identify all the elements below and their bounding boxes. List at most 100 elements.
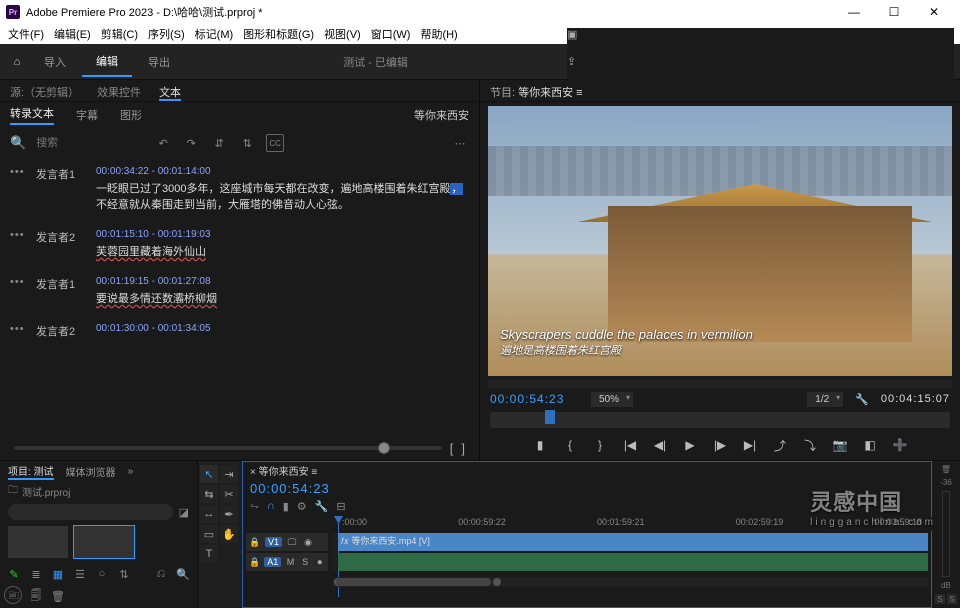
filter-icon[interactable]: ◪ [179,506,189,519]
project-item[interactable] [74,526,134,558]
bracket-out-icon[interactable]: ] [461,441,465,456]
audio-track[interactable] [332,553,928,571]
razor-tool-icon[interactable]: ✂ [220,485,238,503]
button-editor-icon[interactable]: ➕ [890,435,910,455]
auto-match-icon[interactable]: ⎌ [153,566,169,582]
pen-icon[interactable]: ✎ [6,566,22,582]
workspace-tab-export[interactable]: 导出 [134,48,184,76]
extract-icon[interactable]: ⤵ [800,435,820,455]
go-out-icon[interactable]: ▶| [740,435,760,455]
trash-icon[interactable]: 🗑 [50,588,66,604]
type-tool-icon[interactable]: T [200,545,218,563]
track-header-v1[interactable]: 🔒V1🖵◉ [246,533,328,551]
undo-icon[interactable]: ↶ [154,134,172,152]
track-header-a1[interactable]: 🔒A1MS⏺ [246,553,328,571]
transcript-row[interactable]: ••• 发言者1 00:01:19:15 - 00:01:27:08 要说最多情… [10,268,469,315]
sequence-tab[interactable]: × 等你来西安 ≡ [242,461,932,479]
rectangle-tool-icon[interactable]: ▭ [200,525,218,543]
bracket-in-icon[interactable]: [ [450,441,454,456]
resolution-dropdown[interactable]: 1/2 [807,392,843,407]
find-icon[interactable]: 🔍 [175,566,191,582]
mute-icon[interactable]: M [285,557,296,567]
settings-icon[interactable]: 🔧 [855,393,869,406]
program-viewport[interactable]: Skyscrapers cuddle the palaces in vermil… [488,106,952,376]
share-icon[interactable]: ⇪ [567,55,946,68]
minimize-button[interactable]: — [834,0,874,24]
cc-icon[interactable]: CC [266,134,284,152]
creative-cloud-icon[interactable]: ∞ [4,586,22,604]
compare-icon[interactable]: ◧ [860,435,880,455]
mark-out-icon[interactable]: } [590,435,610,455]
menu-view[interactable]: 视图(V) [324,26,361,42]
audio-clip[interactable] [338,553,928,571]
program-playhead[interactable] [545,410,555,424]
link-icon[interactable]: ∩ [267,500,275,513]
program-scrollbar[interactable] [488,380,952,388]
sort-icon[interactable]: ⇅ [116,566,132,582]
workspace-tab-import[interactable]: 导入 [30,48,80,76]
video-track[interactable]: 𝑓𝑥 等你来西安.mp4 [V] [332,533,928,551]
trash-mini-icon[interactable]: 🗑 [941,465,951,474]
panel-tab-source[interactable]: 源:（无剪辑） [10,84,79,101]
redo-icon[interactable]: ↷ [182,134,200,152]
zoom-dropdown[interactable]: 50% [591,392,633,407]
zoom-slider[interactable] [14,446,442,450]
transcript-row[interactable]: ••• 发言者2 00:01:30:00 - 00:01:34:05 [10,315,469,347]
row-menu-icon[interactable]: ••• [10,323,36,339]
zoom-slider-icon[interactable]: ○ [94,566,110,582]
video-clip[interactable]: 𝑓𝑥 等你来西安.mp4 [V] [338,533,928,551]
split-icon[interactable]: ⇵ [210,134,228,152]
mark-in-icon[interactable]: { [560,435,580,455]
icon-view-icon[interactable]: ▦ [50,566,66,582]
maximize-button[interactable]: ☐ [874,0,914,24]
program-tab[interactable]: 节目: 等你来西安 ≡ [480,80,960,102]
zoom-handle-right[interactable] [493,578,501,586]
freeform-view-icon[interactable]: ☰ [72,566,88,582]
wrench-icon[interactable]: 🔧 [315,500,329,513]
marker-icon[interactable]: ▮ [283,500,289,513]
selection-tool-icon[interactable]: ↖ [200,465,218,483]
home-icon[interactable]: ⌂ [6,51,28,73]
scroll-thumb[interactable] [336,578,491,586]
subtab-graphics[interactable]: 图形 [120,107,142,123]
settings-icon[interactable]: ⚙ [297,500,307,513]
row-menu-icon[interactable]: ••• [10,166,36,213]
row-menu-icon[interactable]: ••• [10,229,36,260]
search-icon[interactable]: 🔍 [10,135,26,151]
row-text[interactable]: 一眨眼已过了3000多年，这座城市每天都在改变，遍地高楼围着朱红宫殿，不经意就从… [96,181,469,213]
export-frame-icon[interactable]: 📷 [830,435,850,455]
timeline-ruler[interactable]: :00:00 00:00:59:22 00:01:59:21 00:02:59:… [332,517,932,531]
pen-tool-icon[interactable]: ✒ [220,505,238,523]
project-search[interactable] [8,504,173,520]
toggle-output-icon[interactable]: 🖵 [286,537,298,548]
program-timecode[interactable]: 00:00:54:23 [490,392,585,406]
project-tab[interactable]: 项目: 测试 [8,463,54,480]
lift-icon[interactable]: ⤴ [770,435,790,455]
go-in-icon[interactable]: |◀ [620,435,640,455]
menu-sequence[interactable]: 序列(S) [148,26,185,42]
row-menu-icon[interactable]: ••• [10,276,36,307]
ripple-tool-icon[interactable]: ⇆ [200,485,218,503]
media-browser-tab[interactable]: 媒体浏览器 [66,464,116,479]
snap-icon[interactable]: ⥊ [250,500,259,513]
menu-help[interactable]: 帮助(H) [420,26,457,42]
slip-tool-icon[interactable]: ↔ [200,505,218,523]
new-item-icon[interactable]: 🗐 [28,588,44,604]
program-timebar[interactable] [490,412,950,428]
hand-tool-icon[interactable]: ✋ [220,525,238,543]
subtab-captions[interactable]: 字幕 [76,107,98,123]
add-marker-icon[interactable]: ▮ [530,435,550,455]
menu-window[interactable]: 窗口(W) [371,26,411,42]
solo-right-icon[interactable]: S [947,594,957,604]
panel-tab-text[interactable]: 文本 [159,84,181,101]
panel-tab-effect-controls[interactable]: 效果控件 [97,84,141,101]
row-text[interactable]: 芙蓉园里藏着海外仙山 [96,244,469,260]
solo-left-icon[interactable]: S [935,594,945,604]
play-icon[interactable]: ▶ [680,435,700,455]
merge-icon[interactable]: ⇅ [238,134,256,152]
eye-icon[interactable]: ◉ [302,537,314,548]
list-view-icon[interactable]: ≣ [28,566,44,582]
bin-icon[interactable]: 🗀 [8,483,18,500]
subtab-transcript[interactable]: 转录文本 [10,105,54,125]
transcript-row[interactable]: ••• 发言者2 00:01:15:10 - 00:01:19:03 芙蓉园里藏… [10,221,469,268]
